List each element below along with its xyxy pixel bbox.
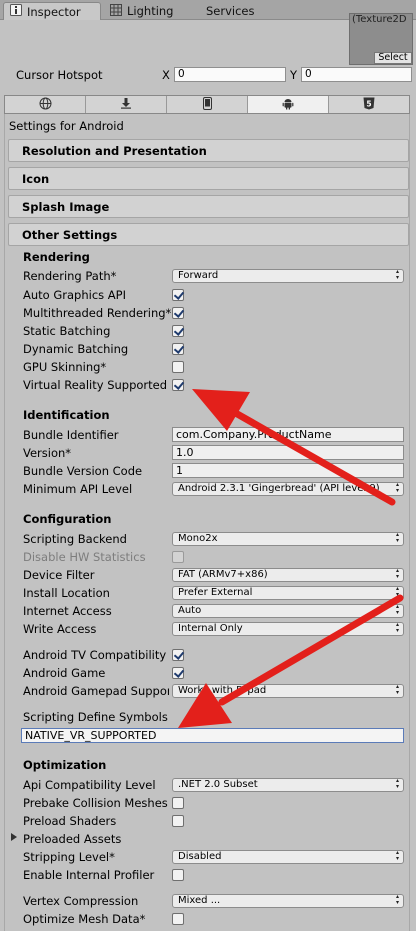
internal-profiler-label: Enable Internal Profiler	[23, 868, 155, 882]
hotspot-y-field[interactable]: 0	[301, 67, 412, 82]
multithreaded-label: Multithreaded Rendering*	[23, 306, 172, 320]
platform-tab-ios[interactable]	[167, 96, 248, 113]
section-splash[interactable]: Splash Image	[8, 195, 409, 218]
gamepad-support-label: Android Gamepad Support	[23, 684, 169, 698]
android-tv-checkbox[interactable]	[172, 649, 184, 661]
android-tv-label: Android TV Compatibility	[23, 648, 167, 662]
prebake-label: Prebake Collision Meshes	[23, 796, 168, 810]
gpu-skinning-label: GPU Skinning*	[23, 360, 107, 374]
install-location-dropdown[interactable]: Prefer External	[172, 586, 404, 600]
svg-text:5: 5	[366, 99, 371, 108]
min-api-label: Minimum API Level	[23, 482, 133, 496]
section-icon[interactable]: Icon	[8, 167, 409, 190]
vertex-compression-label: Vertex Compression	[23, 894, 139, 908]
device-filter-label: Device Filter	[23, 568, 95, 582]
stripping-level-dropdown[interactable]: Disabled	[172, 850, 404, 864]
phone-icon	[202, 96, 212, 113]
scripting-backend-dropdown[interactable]: Mono2x	[172, 532, 404, 546]
optimize-mesh-checkbox[interactable]	[172, 913, 184, 925]
auto-graphics-label: Auto Graphics API	[23, 288, 126, 302]
bundle-identifier-field[interactable]: com.Company.ProductName	[172, 427, 404, 442]
static-batching-label: Static Batching	[23, 324, 111, 338]
section-resolution[interactable]: Resolution and Presentation	[8, 139, 409, 162]
disable-hw-checkbox	[172, 551, 184, 563]
configuration-heading: Configuration	[23, 512, 112, 526]
tab-inspector[interactable]: Inspector	[3, 2, 101, 20]
auto-graphics-checkbox[interactable]	[172, 289, 184, 301]
platform-tab-download[interactable]	[86, 96, 167, 113]
preload-shaders-label: Preload Shaders	[23, 814, 117, 828]
dynamic-batching-label: Dynamic Batching	[23, 342, 129, 356]
tab-services[interactable]: Services	[200, 2, 261, 20]
settings-title: Settings for Android	[9, 119, 124, 133]
hotspot-x-field[interactable]: 0	[174, 67, 286, 82]
write-access-dropdown[interactable]: Internal Only	[172, 622, 404, 636]
tab-services-label: Services	[206, 4, 255, 18]
android-game-label: Android Game	[23, 666, 106, 680]
gpu-skinning-checkbox[interactable]	[172, 361, 184, 373]
scripting-backend-label: Scripting Backend	[23, 532, 127, 546]
internet-access-dropdown[interactable]: Auto	[172, 604, 404, 618]
gamepad-support-dropdown[interactable]: Works with D-pad	[172, 684, 404, 698]
device-filter-dropdown[interactable]: FAT (ARMv7+x86)	[172, 568, 404, 582]
identification-heading: Identification	[23, 408, 110, 422]
info-icon	[10, 4, 22, 19]
prebake-checkbox[interactable]	[172, 797, 184, 809]
platform-tab-standalone[interactable]	[5, 96, 86, 113]
vr-supported-checkbox[interactable]	[172, 379, 184, 391]
hotspot-x-label: X	[162, 68, 170, 82]
api-compat-label: Api Compatibility Level	[23, 778, 156, 792]
disable-hw-label: Disable HW Statistics	[23, 550, 146, 564]
tab-lighting[interactable]: Lighting	[104, 2, 179, 20]
multithreaded-checkbox[interactable]	[172, 307, 184, 319]
rendering-heading: Rendering	[23, 250, 90, 264]
internet-access-label: Internet Access	[23, 604, 112, 618]
cursor-hotspot-label: Cursor Hotspot	[16, 68, 103, 82]
lighting-icon	[110, 3, 122, 19]
download-icon	[120, 97, 132, 112]
rendering-path-dropdown[interactable]: Forward	[172, 269, 404, 283]
texture-select-button[interactable]: Select	[374, 52, 412, 64]
write-access-label: Write Access	[23, 622, 97, 636]
tab-lighting-label: Lighting	[127, 4, 174, 18]
vr-supported-label: Virtual Reality Supported	[23, 378, 168, 392]
internal-profiler-checkbox[interactable]	[172, 869, 184, 881]
install-location-label: Install Location	[23, 586, 110, 600]
tab-inspector-label: Inspector	[27, 4, 81, 19]
define-symbols-field[interactable]: NATIVE_VR_SUPPORTED	[21, 728, 404, 743]
version-label: Version*	[23, 446, 72, 460]
bundle-version-code-label: Bundle Version Code	[23, 464, 143, 478]
expand-arrow-icon[interactable]	[11, 833, 17, 841]
android-game-checkbox[interactable]	[172, 667, 184, 679]
globe-icon	[39, 97, 52, 113]
api-compat-dropdown[interactable]: .NET 2.0 Subset	[172, 778, 404, 792]
bundle-version-code-field[interactable]: 1	[172, 463, 404, 478]
platform-tab-webgl[interactable]: 5	[329, 96, 409, 113]
static-batching-checkbox[interactable]	[172, 325, 184, 337]
version-field[interactable]: 1.0	[172, 445, 404, 460]
optimize-mesh-label: Optimize Mesh Data*	[23, 912, 146, 926]
optimization-heading: Optimization	[23, 758, 107, 772]
dynamic-batching-checkbox[interactable]	[172, 343, 184, 355]
texture-label: (Texture2D	[352, 14, 407, 25]
min-api-dropdown[interactable]: Android 2.3.1 'Gingerbread' (API level 9…	[172, 482, 404, 496]
bundle-identifier-label: Bundle Identifier	[23, 428, 119, 442]
android-icon	[282, 97, 294, 113]
platform-tab-android[interactable]	[248, 96, 329, 113]
hotspot-y-label: Y	[290, 68, 298, 82]
platform-tabs: 5	[4, 95, 410, 114]
rendering-path-label: Rendering Path*	[23, 269, 117, 283]
preload-shaders-checkbox[interactable]	[172, 815, 184, 827]
preloaded-assets-label[interactable]: Preloaded Assets	[23, 832, 121, 846]
section-other-settings[interactable]: Other Settings	[8, 223, 409, 246]
define-symbols-label: Scripting Define Symbols	[23, 710, 168, 724]
vertex-compression-dropdown[interactable]: Mixed ...	[172, 894, 404, 908]
stripping-level-label: Stripping Level*	[23, 850, 115, 864]
html5-icon: 5	[363, 97, 375, 113]
